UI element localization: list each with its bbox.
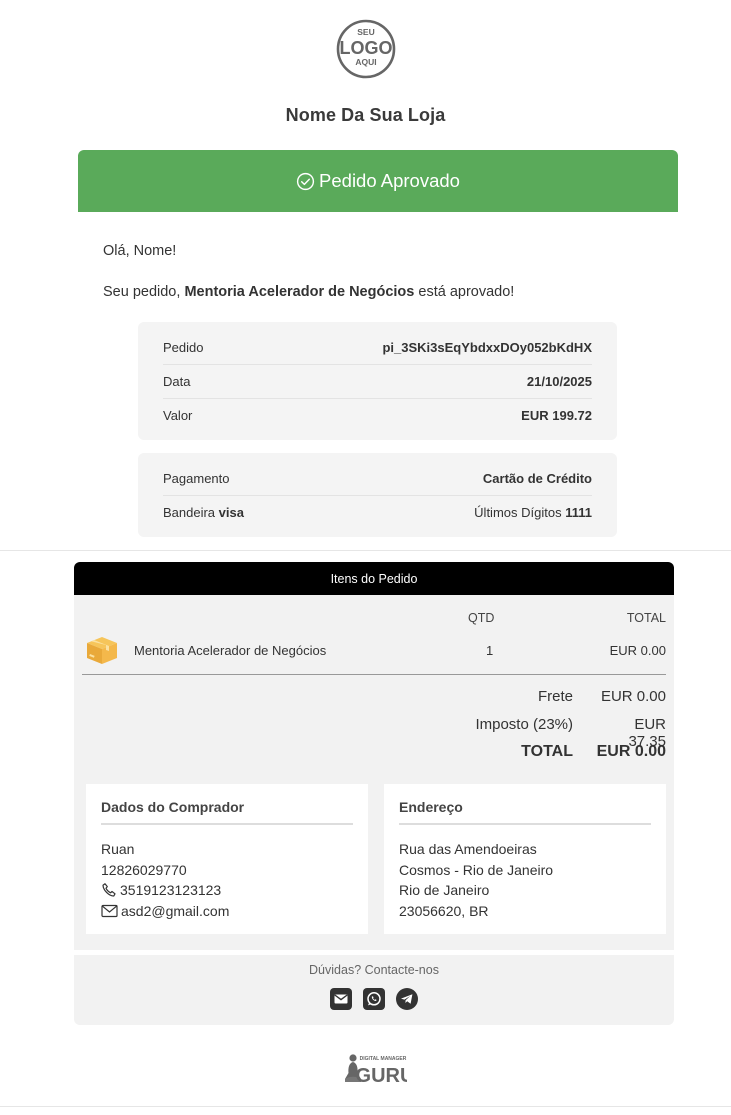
address-panel: Endereço Rua das Amendoeiras Cosmos - Ri… [384,784,666,934]
whatsapp-icon[interactable] [363,988,385,1010]
order-value-row: Valor EUR 199.72 [163,398,592,432]
svg-text:SEU: SEU [357,27,374,37]
shipping-row: Frete EUR 0.00 [537,688,666,705]
svg-text:LOGO: LOGO [339,38,392,58]
order-items-section: Itens do Pedido QTD TOTAL Mentoria Acele… [74,562,674,950]
package-box-icon [87,637,117,664]
telegram-icon[interactable] [396,988,418,1010]
store-logo: SEU LOGO AQUI [336,19,395,79]
order-id-row: Pedido pi_3SKi3sEqYbdxxDOy052bKdHX [163,339,592,355]
address-line2: Cosmos - Rio de Janeiro [399,861,554,878]
order-info-card: Pedido pi_3SKi3sEqYbdxxDOy052bKdHX Data … [138,322,617,440]
item-name: Mentoria Acelerador de Negócios [134,642,327,658]
buyer-phone: 3519123123123 [120,882,222,898]
card-brand: visa [218,505,244,520]
status-banner: Pedido Aprovado [78,150,678,212]
store-name: Nome Da Sua Loja [285,105,446,125]
envelope-icon [101,904,118,917]
guru-logo: DIGITAL MANAGER GURU [345,1054,407,1086]
section-divider [0,550,731,551]
total-row: TOTAL EUR 0.00 [521,743,666,760]
item-row: Mentoria Acelerador de Negócios 1 EUR 0.… [84,632,666,668]
order-date-value: 21/10/2025 [526,374,592,389]
guru-text: GURU [356,1065,407,1086]
card-info-row: Bandeira visa Últimos Dígitos 1111 [163,495,592,529]
buyer-title: Dados do Comprador [101,799,353,825]
buyer-document: 12826029770 [101,861,187,878]
email-icon[interactable] [330,988,352,1010]
address-line1: Rua das Amendoeiras [399,841,537,857]
item-qty: 1 [486,642,494,658]
buyer-panel: Dados do Comprador Ruan 12826029770 3519… [86,784,368,934]
guru-small-text: DIGITAL MANAGER [360,1056,407,1062]
contact-text: Dúvidas? Contacte-nos [309,963,439,977]
address-title: Endereço [399,799,651,825]
status-label: Pedido Aprovado [319,170,460,191]
bottom-divider [0,1106,731,1107]
contact-section: Dúvidas? Contacte-nos [74,955,674,1025]
order-date-row: Data 21/10/2025 [163,364,592,398]
items-separator [82,674,666,675]
product-name: Mentoria Acelerador de Negócios [184,284,415,300]
items-header: Itens do Pedido [74,562,674,595]
check-circle-icon [296,172,315,190]
header: SEU LOGO AQUI Nome Da Sua Loja [0,0,731,126]
col-total: TOTAL [626,611,666,625]
greeting: Olá, Nome! [103,243,177,259]
col-qty: QTD [468,611,495,625]
phone-icon [102,883,116,897]
order-message: Seu pedido, Mentoria Acelerador de Negóc… [103,284,515,300]
order-value-value: EUR 199.72 [521,408,592,423]
order-id-value: pi_3SKi3sEqYbdxxDOy052bKdHX [382,339,592,355]
svg-text:AQUI: AQUI [355,57,376,67]
buyer-email: asd2@gmail.com [121,902,230,919]
payment-method-value: Cartão de Crédito [482,470,592,486]
payment-method-row: Pagamento Cartão de Crédito [163,470,592,486]
buyer-name: Ruan [101,841,135,857]
address-line3: Rio de Janeiro [399,882,490,898]
item-total: EUR 0.00 [609,642,666,658]
payment-card: Pagamento Cartão de Crédito Bandeira vis… [138,453,617,537]
address-line4: 23056620, BR [399,902,489,919]
card-last-digits: 1111 [565,505,592,520]
